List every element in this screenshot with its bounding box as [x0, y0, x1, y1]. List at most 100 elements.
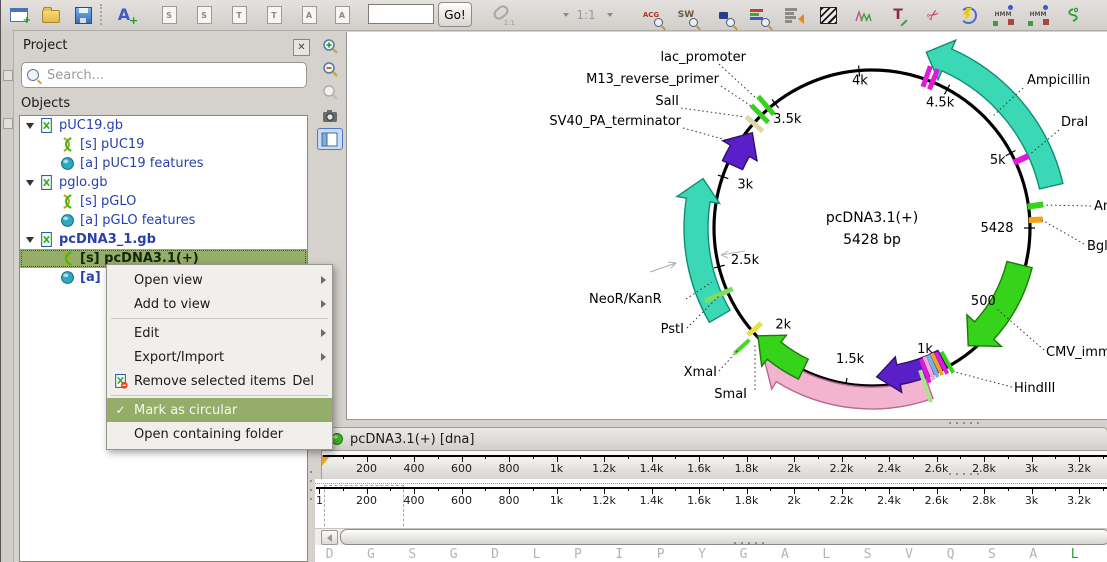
- scrollbar-thumb[interactable]: [340, 529, 1107, 545]
- dock-tab-fragment-icon: [3, 118, 13, 129]
- tree-item-label: pUC19.gb: [59, 118, 123, 133]
- tree-item-pcdna3-1-gb[interactable]: pcDNA3_1.gb: [20, 230, 307, 249]
- menu-item-add-to-view[interactable]: Add to view: [107, 292, 332, 316]
- export-image-button[interactable]: [317, 105, 343, 127]
- find-alignment-button[interactable]: [744, 2, 772, 28]
- menu-item-mark-as-circular[interactable]: ✓Mark as circular: [107, 398, 332, 422]
- detail-minor-tick: [1008, 487, 1009, 491]
- go-button[interactable]: Go!: [438, 2, 472, 27]
- find-pattern-button[interactable]: A+: [110, 2, 138, 28]
- site-mark[interactable]: [1028, 204, 1044, 206]
- find-pattern-acg-button[interactable]: ACG: [637, 2, 665, 28]
- cloning-button[interactable]: ✂: [919, 2, 947, 28]
- open-document-button[interactable]: [37, 2, 65, 28]
- detail-tick: [557, 487, 558, 494]
- smith-waterman-button[interactable]: SW: [672, 2, 700, 28]
- tree-item-a-pglo-features[interactable]: [a] pGLO features: [20, 211, 307, 230]
- sort-annotations-button[interactable]: [779, 2, 807, 28]
- feature-label-cmv-imm[interactable]: CMV_imm: [1046, 345, 1107, 360]
- doc-tool-s1-button[interactable]: S: [155, 2, 183, 28]
- translation-letter: V: [903, 547, 916, 562]
- zoom-to-selection-button[interactable]: 1:1: [487, 2, 515, 28]
- position-input[interactable]: [368, 4, 434, 24]
- sequence-view-header[interactable]: pcDNA3.1(+) [dna]: [321, 427, 1107, 451]
- hmm-build-button[interactable]: HMM: [989, 2, 1017, 28]
- site-mark[interactable]: [1029, 219, 1043, 220]
- menu-item-open-view[interactable]: Open view: [107, 268, 332, 292]
- project-search-input[interactable]: [45, 67, 306, 84]
- primers-button[interactable]: [954, 2, 982, 28]
- feature-label-neor-kanr[interactable]: NeoR/KanR: [589, 292, 662, 307]
- visible-range-box[interactable]: [324, 485, 404, 531]
- overview-minor-tick: [438, 455, 439, 459]
- doc-tool-t1-button[interactable]: T: [225, 2, 253, 28]
- menu-item-open-containing-folder[interactable]: Open containing folder: [107, 422, 332, 446]
- tree-item-pglo-gb[interactable]: pglo.gb: [20, 173, 307, 192]
- tree-item-label: pcDNA3_1.gb: [59, 232, 156, 247]
- toggle-restriction-panel-button[interactable]: [317, 128, 343, 150]
- search-icon: [27, 69, 39, 81]
- tree-item-s-puc19[interactable]: [s] pUC19: [20, 135, 307, 154]
- zoom-ratio-label: 1:1: [576, 8, 595, 22]
- expand-arrow-icon[interactable]: [26, 237, 34, 243]
- menu-item-remove-selected-items[interactable]: Remove selected itemsDel: [107, 369, 332, 393]
- splitter-handle[interactable]: [949, 422, 979, 424]
- feature-label-xmai[interactable]: XmaI: [684, 365, 717, 380]
- overview-tick-label: 600: [442, 462, 482, 475]
- plasmid-map[interactable]: 5001k1.5k2k2.5k3k3.5k4k4.5k5k5428lac_pro…: [347, 32, 1107, 420]
- feature-label-drai[interactable]: DraI: [1061, 115, 1088, 130]
- detail-tick: [462, 487, 463, 494]
- feature-label-sali[interactable]: SalI: [655, 94, 679, 109]
- dotplot-button[interactable]: [814, 2, 842, 28]
- sitecon-button[interactable]: [1059, 2, 1087, 28]
- feature-label-bgl[interactable]: Bgl: [1087, 239, 1107, 254]
- doc-tool-s2-button[interactable]: S: [190, 2, 218, 28]
- project-search-box[interactable]: [21, 62, 307, 88]
- chromatogram-button[interactable]: [849, 2, 877, 28]
- overview-tick: [842, 455, 843, 462]
- tree-item-s-pglo[interactable]: [s] pGLO: [20, 192, 307, 211]
- tree-item-a-puc19-features[interactable]: [a] pUC19 features: [20, 154, 307, 173]
- zoom-dropdown-button[interactable]: [559, 2, 573, 28]
- save-project-button[interactable]: [69, 2, 97, 28]
- expand-arrow-icon[interactable]: [26, 123, 34, 129]
- menu-item-label: Open view: [134, 273, 321, 288]
- zoom-fit-button[interactable]: [317, 82, 343, 104]
- feature-neor-kanr-arc[interactable]: [677, 179, 730, 323]
- scrollbar-left-button[interactable]: [321, 530, 338, 545]
- splitter-handle[interactable]: [734, 542, 764, 544]
- vertical-splitter-handle[interactable]: [310, 471, 312, 505]
- edit-sequence-button[interactable]: T: [884, 2, 912, 28]
- close-project-panel-button[interactable]: ✕: [293, 39, 310, 56]
- feature-label-sv40-pa-terminator[interactable]: SV40_PA_terminator: [549, 114, 681, 129]
- site-mark[interactable]: [1014, 156, 1029, 163]
- expand-arrow-icon[interactable]: [26, 180, 34, 186]
- feature-label-psti[interactable]: PstI: [661, 322, 684, 337]
- doc-tool-a2-button[interactable]: A: [328, 2, 356, 28]
- overview-tick: [889, 455, 890, 462]
- toolbar-separator: [100, 4, 102, 25]
- tree-item-label: pglo.gb: [59, 175, 107, 190]
- tree-item-puc19-gb[interactable]: pUC19.gb: [20, 116, 307, 135]
- circular-view[interactable]: 5001k1.5k2k2.5k3k3.5k4k4.5k5k5428lac_pro…: [346, 32, 1107, 420]
- zoom-out-button[interactable]: [317, 59, 343, 81]
- menu-item-edit[interactable]: Edit: [107, 321, 332, 345]
- overview-tick: [462, 455, 463, 462]
- save-floppy-icon: [75, 7, 92, 24]
- doc-tool-a1-button[interactable]: A: [295, 2, 323, 28]
- overview-tick-label: 1.6k: [679, 462, 719, 475]
- feature-label-hindiii[interactable]: HindIII: [1014, 381, 1055, 396]
- zoom-ratio-dropdown-button[interactable]: [603, 2, 617, 28]
- zoom-in-button[interactable]: [317, 36, 343, 58]
- ann-object-icon: [60, 213, 75, 228]
- feature-label-m13-reverse-primer[interactable]: M13_reverse_primer: [586, 72, 719, 87]
- doc-tool-t2-button[interactable]: T: [260, 2, 288, 28]
- feature-label-ampicillin[interactable]: Ampicillin: [1027, 73, 1090, 88]
- hmm-search-button[interactable]: HMM: [1024, 2, 1052, 28]
- menu-item-export-import[interactable]: Export/Import: [107, 345, 332, 369]
- feature-label-lac-promoter[interactable]: lac_promoter: [660, 50, 746, 65]
- feature-label-am[interactable]: Am: [1094, 199, 1107, 214]
- new-document-button[interactable]: +: [5, 2, 33, 28]
- find-annotation-button[interactable]: [709, 2, 737, 28]
- feature-label-smai[interactable]: SmaI: [714, 387, 747, 402]
